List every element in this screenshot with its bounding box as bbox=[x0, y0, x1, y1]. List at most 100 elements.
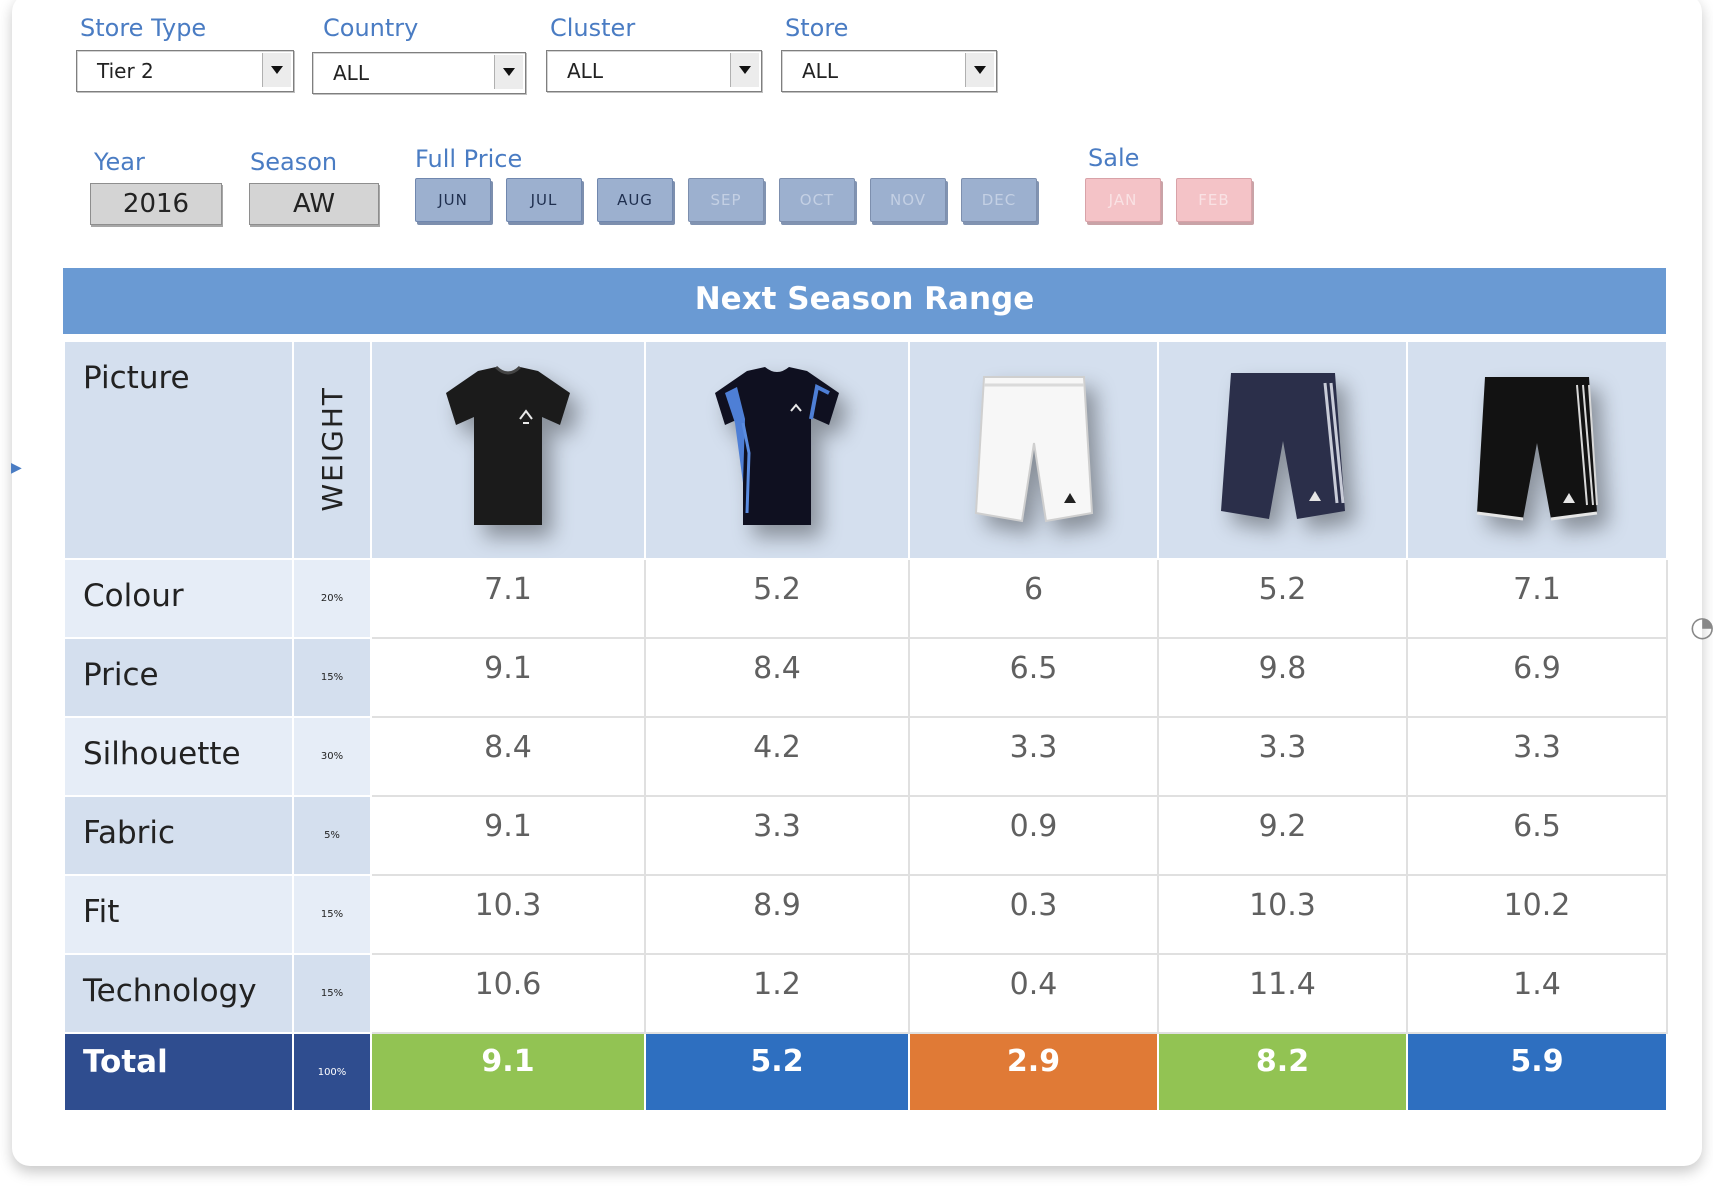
table-cell: 3.3 bbox=[644, 795, 910, 876]
table-row: Technology 15% 10.6 1.2 0.4 11.4 1.4 bbox=[63, 953, 1668, 1034]
product-picture-5[interactable] bbox=[1406, 340, 1668, 560]
table-cell: 6.9 bbox=[1406, 637, 1668, 718]
table-cell: 8.4 bbox=[370, 716, 646, 797]
store-dropdown[interactable]: ALL bbox=[781, 50, 997, 92]
cluster-label: Cluster bbox=[550, 14, 636, 42]
month-button-jun[interactable]: JUN bbox=[415, 178, 491, 222]
table-cell: 3.3 bbox=[1157, 716, 1408, 797]
table-row: Fit 15% 10.3 8.9 0.3 10.3 10.2 bbox=[63, 874, 1668, 955]
weight-header: WEIGHT bbox=[292, 340, 372, 560]
total-cell: 2.9 bbox=[908, 1032, 1159, 1112]
picture-label: Picture bbox=[63, 340, 294, 560]
country-label: Country bbox=[323, 14, 419, 42]
table-cell: 5.2 bbox=[644, 558, 910, 639]
weight-fabric: 5% bbox=[292, 795, 372, 876]
table-row: Colour 20% 7.1 5.2 6 5.2 7.1 bbox=[63, 558, 1668, 639]
product-picture-3[interactable] bbox=[908, 340, 1159, 560]
table-cell: 6 bbox=[908, 558, 1159, 639]
total-cell: 5.9 bbox=[1406, 1032, 1668, 1112]
shorts-navy-icon bbox=[1220, 373, 1345, 519]
weight-header-text: WEIGHT bbox=[315, 385, 349, 512]
store-type-dropdown[interactable]: Tier 2 bbox=[76, 50, 294, 92]
weight-price: 15% bbox=[292, 637, 372, 718]
range-title: Next Season Range bbox=[63, 268, 1666, 334]
row-label-technology: Technology bbox=[63, 953, 294, 1034]
table-row: Silhouette 30% 8.4 4.2 3.3 3.3 3.3 bbox=[63, 716, 1668, 797]
right-edge-handle-icon[interactable]: ◔ bbox=[1690, 610, 1713, 643]
table-cell: 11.4 bbox=[1157, 953, 1408, 1034]
table-cell: 10.6 bbox=[370, 953, 646, 1034]
product-picture-1[interactable] bbox=[370, 340, 646, 560]
table-cell: 10.3 bbox=[1157, 874, 1408, 955]
table-cell: 9.1 bbox=[370, 795, 646, 876]
row-label-fit: Fit bbox=[63, 874, 294, 955]
store-type-value: Tier 2 bbox=[97, 59, 154, 83]
tshirt-black-blue-icon bbox=[715, 367, 839, 525]
table-cell: 9.2 bbox=[1157, 795, 1408, 876]
cluster-dropdown[interactable]: ALL bbox=[546, 50, 762, 92]
shorts-black-icon bbox=[1476, 377, 1598, 521]
month-button-oct[interactable]: OCT bbox=[779, 178, 855, 222]
chevron-down-icon[interactable] bbox=[965, 53, 994, 87]
year-label: Year bbox=[94, 148, 145, 176]
weight-colour: 20% bbox=[292, 558, 372, 639]
cluster-value: ALL bbox=[567, 59, 603, 83]
table-row: Fabric 5% 9.1 3.3 0.9 9.2 6.5 bbox=[63, 795, 1668, 876]
table-cell: 7.1 bbox=[1406, 558, 1668, 639]
chevron-down-icon[interactable] bbox=[262, 53, 291, 87]
table-row: Price 15% 9.1 8.4 6.5 9.8 6.9 bbox=[63, 637, 1668, 718]
month-button-sep[interactable]: SEP bbox=[688, 178, 764, 222]
picture-row: Picture WEIGHT bbox=[63, 340, 1668, 560]
total-weight: 100% bbox=[292, 1032, 372, 1112]
table-cell: 7.1 bbox=[370, 558, 646, 639]
product-picture-2[interactable] bbox=[644, 340, 910, 560]
row-label-price: Price bbox=[63, 637, 294, 718]
chevron-down-icon[interactable] bbox=[494, 55, 523, 89]
country-value: ALL bbox=[333, 61, 369, 85]
month-button-nov[interactable]: NOV bbox=[870, 178, 946, 222]
total-cell: 8.2 bbox=[1157, 1032, 1408, 1112]
row-label-fabric: Fabric bbox=[63, 795, 294, 876]
table-cell: 3.3 bbox=[908, 716, 1159, 797]
weight-silhouette: 30% bbox=[292, 716, 372, 797]
year-value[interactable]: 2016 bbox=[90, 183, 222, 225]
country-dropdown[interactable]: ALL bbox=[312, 52, 526, 94]
total-cell: 9.1 bbox=[370, 1032, 646, 1112]
table-cell: 0.4 bbox=[908, 953, 1159, 1034]
store-type-label: Store Type bbox=[80, 14, 207, 42]
shorts-white-icon bbox=[974, 376, 1093, 523]
table-cell: 8.9 bbox=[644, 874, 910, 955]
left-edge-marker-icon: ▶ bbox=[11, 460, 22, 476]
table-cell: 10.3 bbox=[370, 874, 646, 955]
row-label-colour: Colour bbox=[63, 558, 294, 639]
month-button-jul[interactable]: JUL bbox=[506, 178, 582, 222]
total-row: Total 100% 9.1 5.2 2.9 8.2 5.9 bbox=[63, 1032, 1668, 1112]
table-cell: 0.9 bbox=[908, 795, 1159, 876]
weight-technology: 15% bbox=[292, 953, 372, 1034]
table-cell: 0.3 bbox=[908, 874, 1159, 955]
month-button-aug[interactable]: AUG bbox=[597, 178, 673, 222]
product-picture-4[interactable] bbox=[1157, 340, 1408, 560]
store-label: Store bbox=[785, 14, 849, 42]
table-cell: 6.5 bbox=[908, 637, 1159, 718]
month-button-feb[interactable]: FEB bbox=[1176, 178, 1252, 222]
table-cell: 9.1 bbox=[370, 637, 646, 718]
full-price-label: Full Price bbox=[415, 145, 523, 173]
table-cell: 6.5 bbox=[1406, 795, 1668, 876]
chevron-down-icon[interactable] bbox=[730, 53, 759, 87]
season-value[interactable]: AW bbox=[249, 183, 379, 225]
range-table: Picture WEIGHT Colour 20% 7.1 5.2 6 5.2 … bbox=[63, 340, 1668, 1112]
total-label: Total bbox=[63, 1032, 294, 1112]
table-cell: 10.2 bbox=[1406, 874, 1668, 955]
row-label-silhouette: Silhouette bbox=[63, 716, 294, 797]
table-cell: 1.2 bbox=[644, 953, 910, 1034]
table-cell: 5.2 bbox=[1157, 558, 1408, 639]
table-cell: 3.3 bbox=[1406, 716, 1668, 797]
table-cell: 9.8 bbox=[1157, 637, 1408, 718]
month-button-jan[interactable]: JAN bbox=[1085, 178, 1161, 222]
table-cell: 1.4 bbox=[1406, 953, 1668, 1034]
tshirt-black-icon bbox=[446, 365, 570, 525]
store-value: ALL bbox=[802, 59, 838, 83]
table-cell: 4.2 bbox=[644, 716, 910, 797]
month-button-dec[interactable]: DEC bbox=[961, 178, 1037, 222]
